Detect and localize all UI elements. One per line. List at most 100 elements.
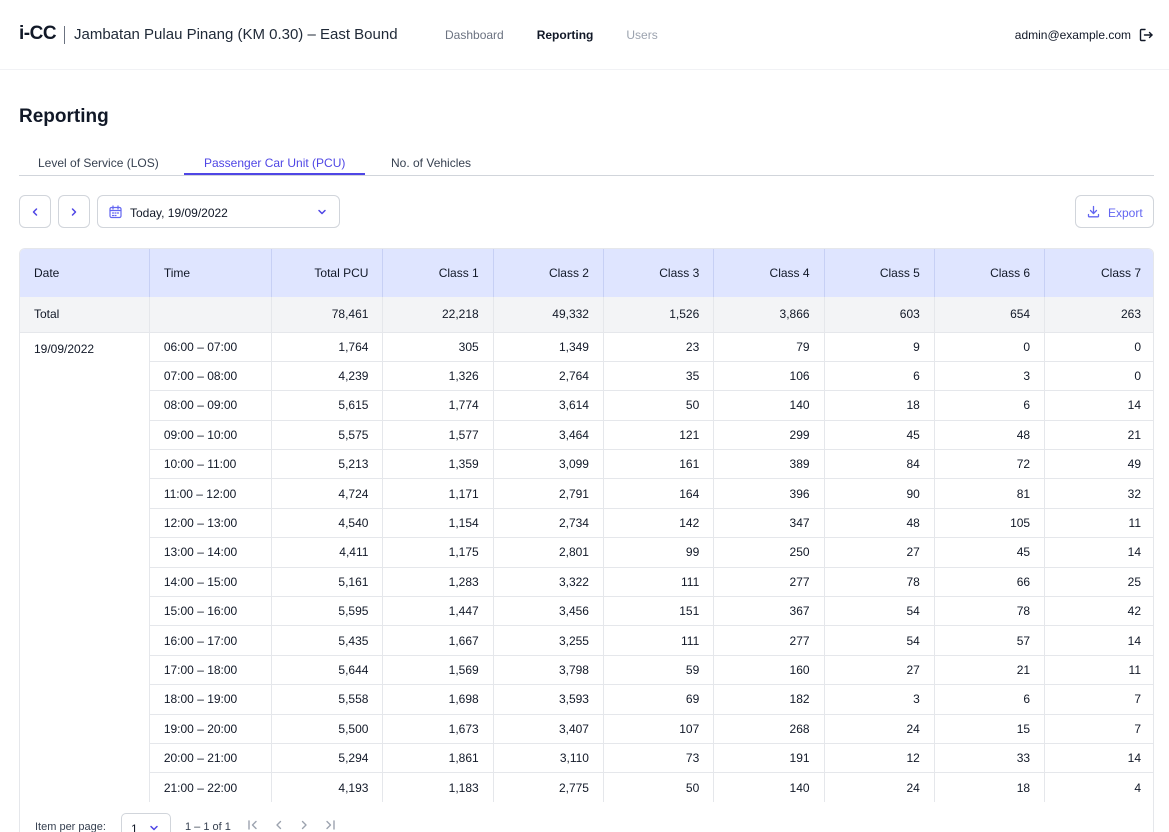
value-cell: 12 (824, 743, 935, 774)
table-row: 15:00 – 16:00 5,595 1,447 3,456 151 367 54 78 42 (20, 596, 1153, 627)
report-tabs: Level of Service (LOS) Passenger Car Uni… (19, 150, 1154, 176)
value-cell: 78 (934, 596, 1046, 627)
time-cell: 19:00 – 20:00 (149, 714, 273, 744)
total-cell (149, 297, 273, 333)
value-cell: 0 (1044, 332, 1153, 362)
value-cell: 140 (713, 390, 825, 421)
value-cell: 6 (934, 684, 1046, 715)
tab-pcu[interactable]: Passenger Car Unit (PCU) (204, 156, 345, 170)
active-tab-indicator (184, 173, 365, 175)
total-label: Total (20, 297, 150, 333)
column-header[interactable]: Total PCU (271, 249, 384, 297)
column-header[interactable]: Class 2 (493, 249, 604, 297)
value-cell: 1,577 (382, 420, 494, 451)
value-cell: 24 (824, 714, 935, 744)
nav-users[interactable]: Users (626, 28, 657, 42)
chevron-down-icon (318, 209, 326, 215)
column-header[interactable]: Class 4 (713, 249, 825, 297)
table-row: 12:00 – 13:00 4,540 1,154 2,734 142 347 48 105 1… (20, 508, 1153, 539)
total-cell: 22,218 (382, 297, 494, 333)
table-row: 16:00 – 17:00 5,435 1,667 3,255 111 277 54 57 14 (20, 625, 1153, 656)
first-page-icon[interactable] (247, 819, 259, 831)
value-cell: 2,734 (493, 508, 604, 539)
value-cell: 69 (603, 684, 715, 715)
time-cell: 07:00 – 08:00 (149, 361, 273, 392)
total-row: Total 78,461 22,218 49,332 1,526 3,866 603 654 2… (20, 297, 1153, 333)
value-cell: 4,239 (271, 361, 384, 392)
value-cell: 1,447 (382, 596, 494, 627)
value-cell: 0 (934, 332, 1046, 362)
value-cell: 3,110 (493, 743, 604, 774)
date-value: Today, 19/09/2022 (130, 206, 228, 220)
column-header[interactable]: Time (149, 249, 273, 297)
value-cell: 50 (603, 772, 715, 803)
date-cell: 19/09/2022 (20, 332, 150, 803)
value-cell: 27 (824, 537, 935, 568)
value-cell: 45 (824, 420, 935, 451)
last-page-icon[interactable] (324, 819, 336, 831)
value-cell: 5,294 (271, 743, 384, 774)
value-cell: 14 (1044, 537, 1153, 568)
value-cell: 1,774 (382, 390, 494, 421)
date-picker[interactable]: Today, 19/09/2022 (97, 195, 340, 228)
value-cell: 54 (824, 625, 935, 656)
value-cell: 4,540 (271, 508, 384, 539)
main-nav: Dashboard Reporting Users (445, 28, 658, 42)
value-cell: 160 (713, 655, 825, 686)
table-row: 14:00 – 15:00 5,161 1,283 3,322 111 277 78 66 25 (20, 567, 1153, 598)
site-title: Jambatan Pulau Pinang (KM 0.30) – East B… (74, 26, 398, 43)
next-day-button[interactable] (58, 195, 90, 228)
column-header[interactable]: Class 5 (824, 249, 935, 297)
tab-vehicles[interactable]: No. of Vehicles (391, 156, 471, 170)
export-label: Export (1108, 206, 1143, 220)
value-cell: 1,283 (382, 567, 494, 598)
page-size-select[interactable]: 1 (121, 813, 171, 832)
logout-icon[interactable] (1139, 28, 1153, 42)
column-header[interactable]: Class 6 (934, 249, 1046, 297)
app-logo[interactable]: i-CC (19, 23, 57, 45)
next-page-icon[interactable] (298, 819, 310, 831)
value-cell: 3,099 (493, 449, 604, 480)
export-button[interactable]: Export (1075, 195, 1154, 228)
user-email: admin@example.com (1014, 28, 1131, 42)
value-cell: 6 (934, 390, 1046, 421)
value-cell: 73 (603, 743, 715, 774)
value-cell: 21 (934, 655, 1046, 686)
value-cell: 3,255 (493, 625, 604, 656)
total-cell: 654 (934, 297, 1046, 333)
value-cell: 5,500 (271, 714, 384, 744)
previous-page-icon[interactable] (273, 819, 285, 831)
value-cell: 33 (934, 743, 1046, 774)
value-cell: 2,764 (493, 361, 604, 392)
column-header[interactable]: Date (20, 249, 150, 297)
value-cell: 3,456 (493, 596, 604, 627)
column-header[interactable]: Class 3 (603, 249, 715, 297)
value-cell: 277 (713, 567, 825, 598)
total-cell: 263 (1044, 297, 1153, 333)
nav-dashboard[interactable]: Dashboard (445, 28, 504, 42)
value-cell: 5,435 (271, 625, 384, 656)
value-cell: 151 (603, 596, 715, 627)
time-cell: 09:00 – 10:00 (149, 420, 273, 451)
pagination: Item per page: 1 1 – 1 of 1 (19, 802, 1154, 832)
value-cell: 49 (1044, 449, 1153, 480)
value-cell: 50 (603, 390, 715, 421)
calendar-icon (109, 205, 122, 219)
value-cell: 9 (824, 332, 935, 362)
value-cell: 7 (1044, 714, 1153, 744)
value-cell: 367 (713, 596, 825, 627)
previous-day-button[interactable] (19, 195, 51, 228)
value-cell: 299 (713, 420, 825, 451)
value-cell: 5,161 (271, 567, 384, 598)
column-header[interactable]: Class 7 (1045, 249, 1153, 297)
value-cell: 45 (934, 537, 1046, 568)
value-cell: 78 (824, 567, 935, 598)
nav-reporting[interactable]: Reporting (537, 28, 594, 42)
value-cell: 25 (1044, 567, 1153, 598)
value-cell: 3,614 (493, 390, 604, 421)
value-cell: 2,775 (493, 772, 604, 803)
column-header[interactable]: Class 1 (382, 249, 494, 297)
tab-los[interactable]: Level of Service (LOS) (38, 156, 159, 170)
value-cell: 84 (824, 449, 935, 480)
time-cell: 06:00 – 07:00 (149, 332, 273, 362)
